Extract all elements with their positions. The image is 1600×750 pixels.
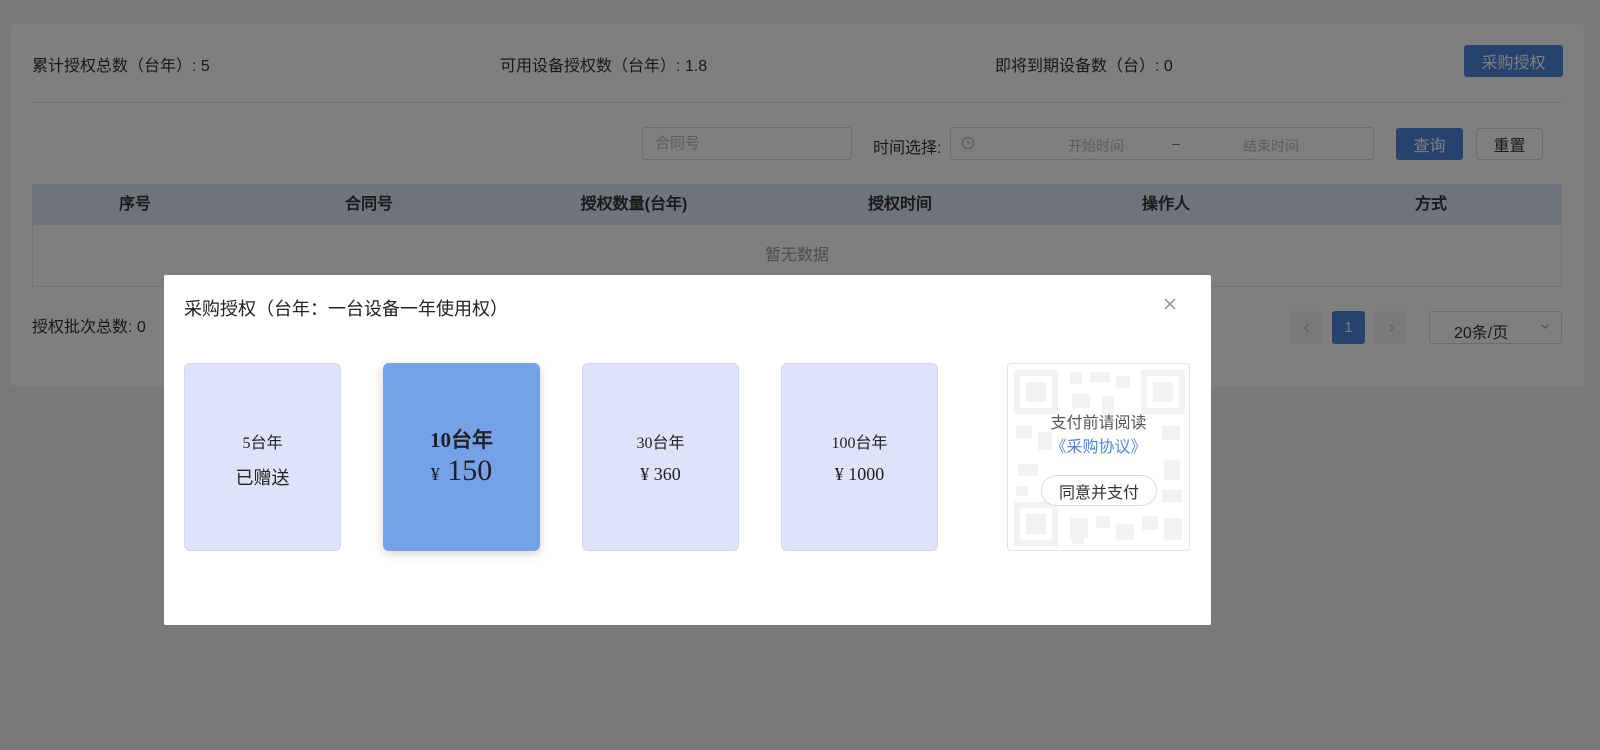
purchase-agreement-link[interactable]: 《采购协议》 xyxy=(1008,433,1189,457)
agree-and-pay-button[interactable]: 同意并支付 xyxy=(1041,475,1157,506)
package-count: 5台年 xyxy=(242,435,283,452)
package-count: 10台年 xyxy=(430,428,493,452)
price-value: 360 xyxy=(653,464,681,484)
modal-title: 采购授权（台年：一台设备一年使用权） xyxy=(184,299,508,319)
package-card-100[interactable]: 100台年 ¥ 1000 xyxy=(781,363,938,551)
package-price: ¥ 360 xyxy=(583,464,738,485)
payment-notice: 支付前请阅读 xyxy=(1050,415,1147,432)
package-count: 30台年 xyxy=(636,435,685,452)
purchase-license-modal: 采购授权（台年：一台设备一年使用权） 5台年 已赠送 10台年 ¥ 150 30… xyxy=(164,275,1211,625)
package-card-10-selected[interactable]: 10台年 ¥ 150 xyxy=(383,363,540,551)
qr-code-icon xyxy=(1014,370,1185,546)
package-card-5[interactable]: 5台年 已赠送 xyxy=(184,363,341,551)
price-value: 150 xyxy=(447,454,493,487)
package-price: ¥ 150 xyxy=(384,454,539,488)
currency-symbol: ¥ xyxy=(640,464,650,484)
payment-panel: 支付前请阅读 《采购协议》 同意并支付 xyxy=(1007,363,1190,551)
price-value: 1000 xyxy=(848,464,885,484)
package-count: 100台年 xyxy=(831,435,888,452)
package-price: 已赠送 xyxy=(235,468,290,488)
close-icon[interactable] xyxy=(1164,297,1176,315)
package-card-30[interactable]: 30台年 ¥ 360 xyxy=(582,363,739,551)
currency-symbol: ¥ xyxy=(834,464,844,484)
package-price: ¥ 1000 xyxy=(782,464,937,485)
currency-symbol: ¥ xyxy=(430,464,440,484)
